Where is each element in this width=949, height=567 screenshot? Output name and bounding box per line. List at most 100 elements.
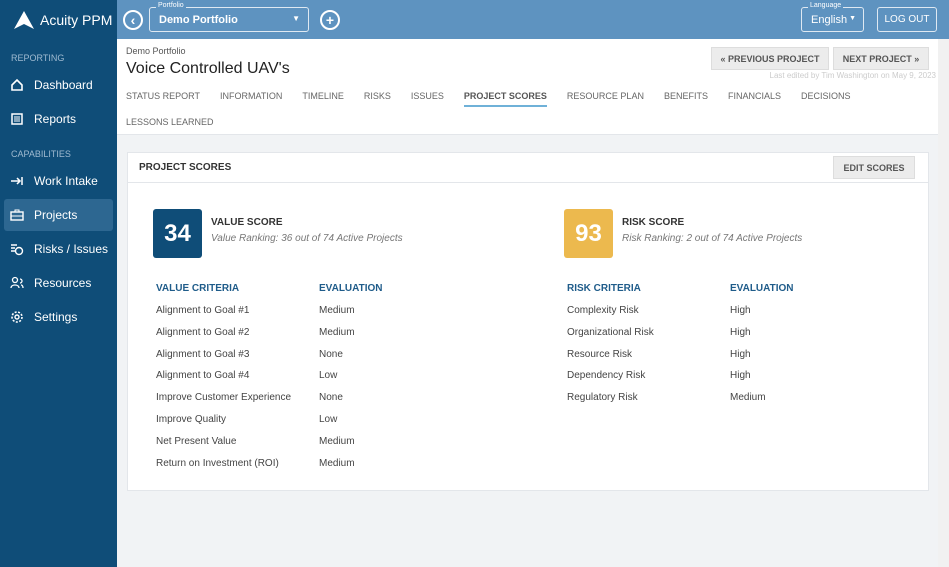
- sidebar-item-label: Projects: [34, 208, 78, 222]
- value-criteria-table: VALUE CRITERIA EVALUATION Alignment to Goa…: [156, 283, 383, 479]
- sidebar: Acuity PPM REPORTING Dashboard Reports CAPA…: [0, 0, 117, 567]
- last-edited: Last edited by Tim Washington on May 9, …: [769, 71, 936, 80]
- edit-scores-button[interactable]: EDIT SCORES: [833, 156, 915, 179]
- sidebar-item-label: Work Intake: [34, 174, 98, 188]
- value-ranking: Value Ranking: 36 out of 74 Active Proje…: [211, 233, 403, 244]
- scrollbar[interactable]: [938, 39, 949, 567]
- criteria-header: RISK CRITERIA: [567, 283, 641, 294]
- language-label: Language: [808, 2, 844, 9]
- risk-criteria-table: RISK CRITERIA EVALUATION Complexity Risk Hi…: [567, 283, 794, 414]
- criteria-name: Alignment to Goal #2: [156, 326, 250, 338]
- add-icon[interactable]: +: [320, 10, 340, 30]
- language-value: English: [811, 14, 848, 26]
- portfolio-value: Demo Portfolio: [159, 14, 238, 26]
- evaluation-value: Medium: [730, 392, 766, 404]
- sidebar-item-projects[interactable]: Projects: [4, 199, 113, 231]
- tab-information[interactable]: INFORMATION: [220, 90, 282, 116]
- table-row: Alignment to Goal #2 Medium: [156, 327, 383, 349]
- evaluation-header: EVALUATION: [730, 283, 794, 294]
- portfolio-select[interactable]: Portfolio Demo Portfolio ▼: [149, 2, 309, 32]
- project-tabs: STATUS REPORT INFORMATION TIMELINE RISKS ISS…: [126, 90, 866, 142]
- previous-project-button[interactable]: « PREVIOUS PROJECT: [711, 47, 829, 70]
- evaluation-value: None: [319, 392, 343, 404]
- tab-status-report[interactable]: STATUS REPORT: [126, 90, 200, 116]
- logo[interactable]: Acuity PPM: [0, 0, 117, 39]
- sidebar-section-label: CAPABILITIES: [11, 149, 71, 159]
- language-select[interactable]: Language English ▼: [801, 2, 864, 32]
- gear-icon: [11, 311, 23, 323]
- sidebar-item-resources[interactable]: Resources: [4, 267, 113, 299]
- criteria-name: Organizational Risk: [567, 326, 654, 338]
- criteria-name: Resource Risk: [567, 348, 633, 360]
- criteria-name: Improve Customer Experience: [156, 392, 292, 404]
- value-score-badge: 34: [153, 209, 202, 258]
- briefcase-icon: [10, 209, 24, 221]
- table-row: Dependency Risk High: [567, 370, 794, 392]
- list-icon: [11, 113, 23, 125]
- table-row: Organizational Risk High: [567, 327, 794, 349]
- chevron-down-icon: ▼: [292, 14, 300, 23]
- project-header: Demo Portfolio Voice Controlled UAV's « …: [117, 39, 938, 135]
- table-row: Net Present Value Medium: [156, 436, 383, 458]
- table-row: Complexity Risk High: [567, 305, 794, 327]
- criteria-name: Dependency Risk: [567, 370, 646, 382]
- app-name: Acuity PPM: [40, 11, 113, 28]
- acuity-logo-icon: [14, 10, 34, 29]
- evaluation-value: None: [319, 348, 343, 360]
- sidebar-item-label: Resources: [34, 276, 92, 290]
- sidebar-item-work-intake[interactable]: Work Intake: [4, 165, 113, 197]
- table-row: Regulatory Risk Medium: [567, 392, 794, 414]
- tab-financials[interactable]: FINANCIALS: [728, 90, 781, 116]
- criteria-name: Regulatory Risk: [567, 392, 638, 404]
- sidebar-item-risks-issues[interactable]: Risks / Issues: [4, 233, 113, 265]
- criteria-name: Alignment to Goal #3: [156, 348, 250, 360]
- evaluation-value: Medium: [319, 457, 355, 469]
- criteria-header: VALUE CRITERIA: [156, 283, 240, 294]
- sidebar-item-label: Reports: [34, 112, 77, 126]
- criteria-name: Alignment to Goal #1: [156, 305, 250, 316]
- evaluation-value: Low: [319, 413, 338, 425]
- criteria-name: Alignment to Goal #4: [156, 370, 250, 382]
- tab-issues[interactable]: ISSUES: [411, 90, 444, 116]
- back-icon[interactable]: ‹: [123, 10, 143, 30]
- table-row: Alignment to Goal #3 None: [156, 349, 383, 371]
- evaluation-value: Medium: [319, 435, 355, 447]
- criteria-name: Net Present Value: [156, 435, 237, 447]
- tab-timeline[interactable]: TIMELINE: [302, 90, 344, 116]
- tab-decisions[interactable]: DECISIONS: [801, 90, 851, 116]
- tab-resource-plan[interactable]: RESOURCE PLAN: [567, 90, 644, 116]
- page-title: Voice Controlled UAV's: [126, 60, 290, 77]
- table-row: Alignment to Goal #1 Medium: [156, 305, 383, 327]
- arrow-in-icon: [11, 177, 23, 185]
- evaluation-value: High: [730, 348, 751, 360]
- breadcrumb[interactable]: Demo Portfolio: [126, 46, 186, 56]
- card-title: PROJECT SCORES: [128, 153, 928, 183]
- project-scores-card: PROJECT SCORES EDIT SCORES 34 VALUE SCOR…: [127, 152, 929, 491]
- chevron-down-icon: ▼: [849, 15, 856, 22]
- sidebar-section-label: REPORTING: [11, 53, 65, 63]
- logout-button[interactable]: LOG OUT: [877, 7, 937, 32]
- next-project-button[interactable]: NEXT PROJECT »: [833, 47, 929, 70]
- sidebar-item-dashboard[interactable]: Dashboard: [4, 69, 113, 101]
- evaluation-value: High: [730, 370, 751, 382]
- table-row: Improve Customer Experience None: [156, 392, 383, 414]
- criteria-name: Return on Investment (ROI): [156, 457, 279, 469]
- value-score-title: VALUE SCORE: [211, 217, 283, 228]
- sidebar-item-label: Risks / Issues: [34, 242, 109, 256]
- sidebar-item-reports[interactable]: Reports: [4, 103, 113, 135]
- tab-lessons-learned[interactable]: LESSONS LEARNED: [126, 116, 214, 142]
- sidebar-item-settings[interactable]: Settings: [4, 301, 113, 333]
- tab-risks[interactable]: RISKS: [364, 90, 391, 116]
- tab-benefits[interactable]: BENEFITS: [664, 90, 708, 116]
- portfolio-label: Portfolio: [156, 2, 186, 9]
- table-row: Alignment to Goal #4 Low: [156, 370, 383, 392]
- people-icon: [10, 276, 24, 289]
- evaluation-value: Medium: [319, 326, 355, 338]
- tab-project-scores[interactable]: PROJECT SCORES: [463, 90, 547, 116]
- sidebar-item-label: Dashboard: [34, 78, 93, 92]
- criteria-name: Complexity Risk: [567, 305, 639, 316]
- evaluation-value: High: [730, 305, 751, 316]
- evaluation-value: Low: [319, 370, 338, 382]
- risk-score-title: RISK SCORE: [622, 217, 685, 228]
- logout-label: LOG OUT: [884, 14, 930, 25]
